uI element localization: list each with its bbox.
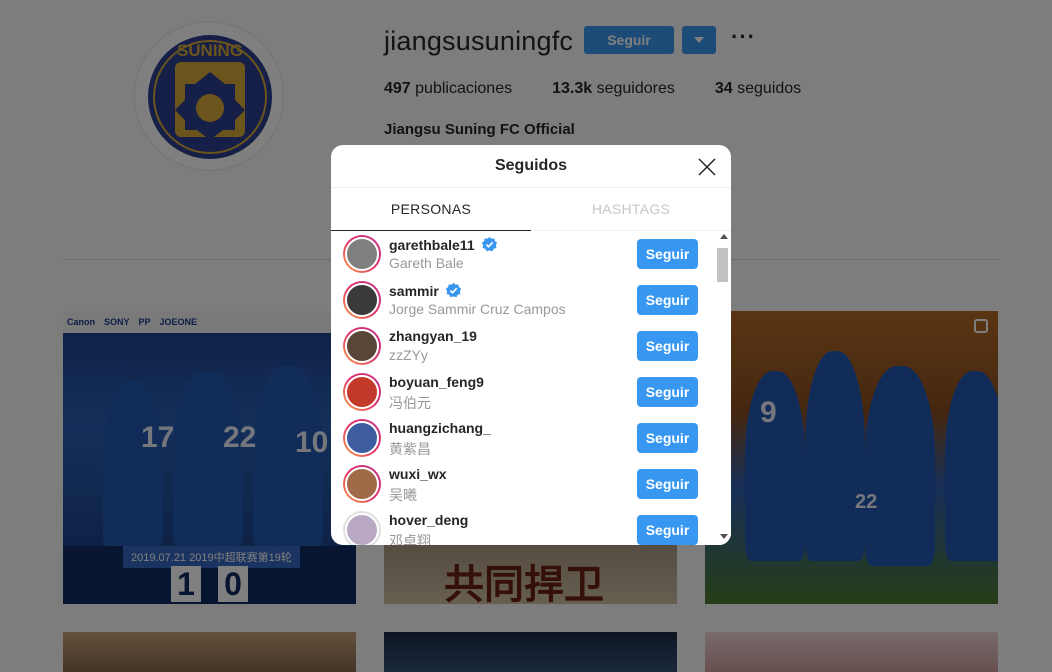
user-full-name: Gareth Bale <box>389 255 464 271</box>
user-handle[interactable]: zhangyan_19 <box>389 328 477 344</box>
user-full-name: zzZYy <box>389 347 428 363</box>
list-item[interactable]: boyuan_feng9 冯伯元 Seguir <box>331 370 715 416</box>
user-avatar[interactable] <box>343 419 381 457</box>
follow-user-button[interactable]: Seguir <box>637 469 698 499</box>
user-avatar[interactable] <box>343 235 381 273</box>
list-item[interactable]: huangzichang_ 黄紫昌 Seguir <box>331 416 715 462</box>
list-item[interactable]: hover_deng 邓卓翔 Seguir <box>331 508 715 545</box>
user-handle[interactable]: hover_deng <box>389 512 468 528</box>
tab-personas[interactable]: PERSONAS <box>331 188 531 231</box>
user-handle-row: zhangyan_19 <box>389 328 477 344</box>
close-icon[interactable] <box>697 157 717 177</box>
user-full-name: 黄紫昌 <box>389 441 431 457</box>
follow-user-button[interactable]: Seguir <box>637 377 698 407</box>
user-handle[interactable]: wuxi_wx <box>389 466 447 482</box>
scroll-thumb[interactable] <box>717 248 728 282</box>
verified-icon <box>445 282 461 298</box>
user-handle-row: hover_deng <box>389 512 468 528</box>
list-scrollbar[interactable] <box>715 232 731 545</box>
avatar-image <box>345 329 379 363</box>
verified-icon <box>481 236 497 252</box>
follow-user-button[interactable]: Seguir <box>637 331 698 361</box>
modal-title: Seguidos <box>331 145 731 188</box>
user-full-name: 冯伯元 <box>389 395 431 411</box>
user-avatar[interactable] <box>343 511 381 545</box>
user-avatar[interactable] <box>343 465 381 503</box>
user-full-name: Jorge Sammir Cruz Campos <box>389 301 566 317</box>
avatar-image <box>345 283 379 317</box>
list-item[interactable]: sammir Jorge Sammir Cruz Campos Seguir <box>331 278 715 324</box>
avatar-image <box>345 513 379 545</box>
modal-tabs: PERSONAS HASHTAGS <box>331 188 731 231</box>
user-handle[interactable]: boyuan_feng9 <box>389 374 484 390</box>
following-modal: Seguidos PERSONAS HASHTAGS garethbale11 … <box>331 145 731 545</box>
user-avatar[interactable] <box>343 327 381 365</box>
avatar-image <box>345 237 379 271</box>
follow-user-button[interactable]: Seguir <box>637 515 698 545</box>
user-handle-row: boyuan_feng9 <box>389 374 484 390</box>
user-handle-row: garethbale11 <box>389 236 498 253</box>
user-full-name: 吴曦 <box>389 487 417 503</box>
user-handle-row: sammir <box>389 282 462 299</box>
list-item[interactable]: garethbale11 Gareth Bale Seguir <box>331 232 715 278</box>
list-item[interactable]: wuxi_wx 吴曦 Seguir <box>331 462 715 508</box>
user-avatar[interactable] <box>343 281 381 319</box>
follow-user-button[interactable]: Seguir <box>637 239 698 269</box>
avatar-image <box>345 375 379 409</box>
follow-user-button[interactable]: Seguir <box>637 423 698 453</box>
follow-user-button[interactable]: Seguir <box>637 285 698 315</box>
user-handle[interactable]: sammir <box>389 283 439 299</box>
user-handle[interactable]: huangzichang_ <box>389 420 491 436</box>
user-full-name: 邓卓翔 <box>389 533 431 545</box>
following-list: garethbale11 Gareth Bale Seguir sammir J… <box>331 232 731 545</box>
scroll-down-arrow-icon[interactable] <box>720 534 728 539</box>
list-item[interactable]: zhangyan_19 zzZYy Seguir <box>331 324 715 370</box>
user-handle[interactable]: garethbale11 <box>389 237 475 253</box>
user-handle-row: wuxi_wx <box>389 466 447 482</box>
tab-hashtags[interactable]: HASHTAGS <box>531 188 731 231</box>
user-avatar[interactable] <box>343 373 381 411</box>
avatar-image <box>345 467 379 501</box>
scroll-up-arrow-icon[interactable] <box>720 234 728 239</box>
avatar-image <box>345 421 379 455</box>
user-handle-row: huangzichang_ <box>389 420 491 436</box>
